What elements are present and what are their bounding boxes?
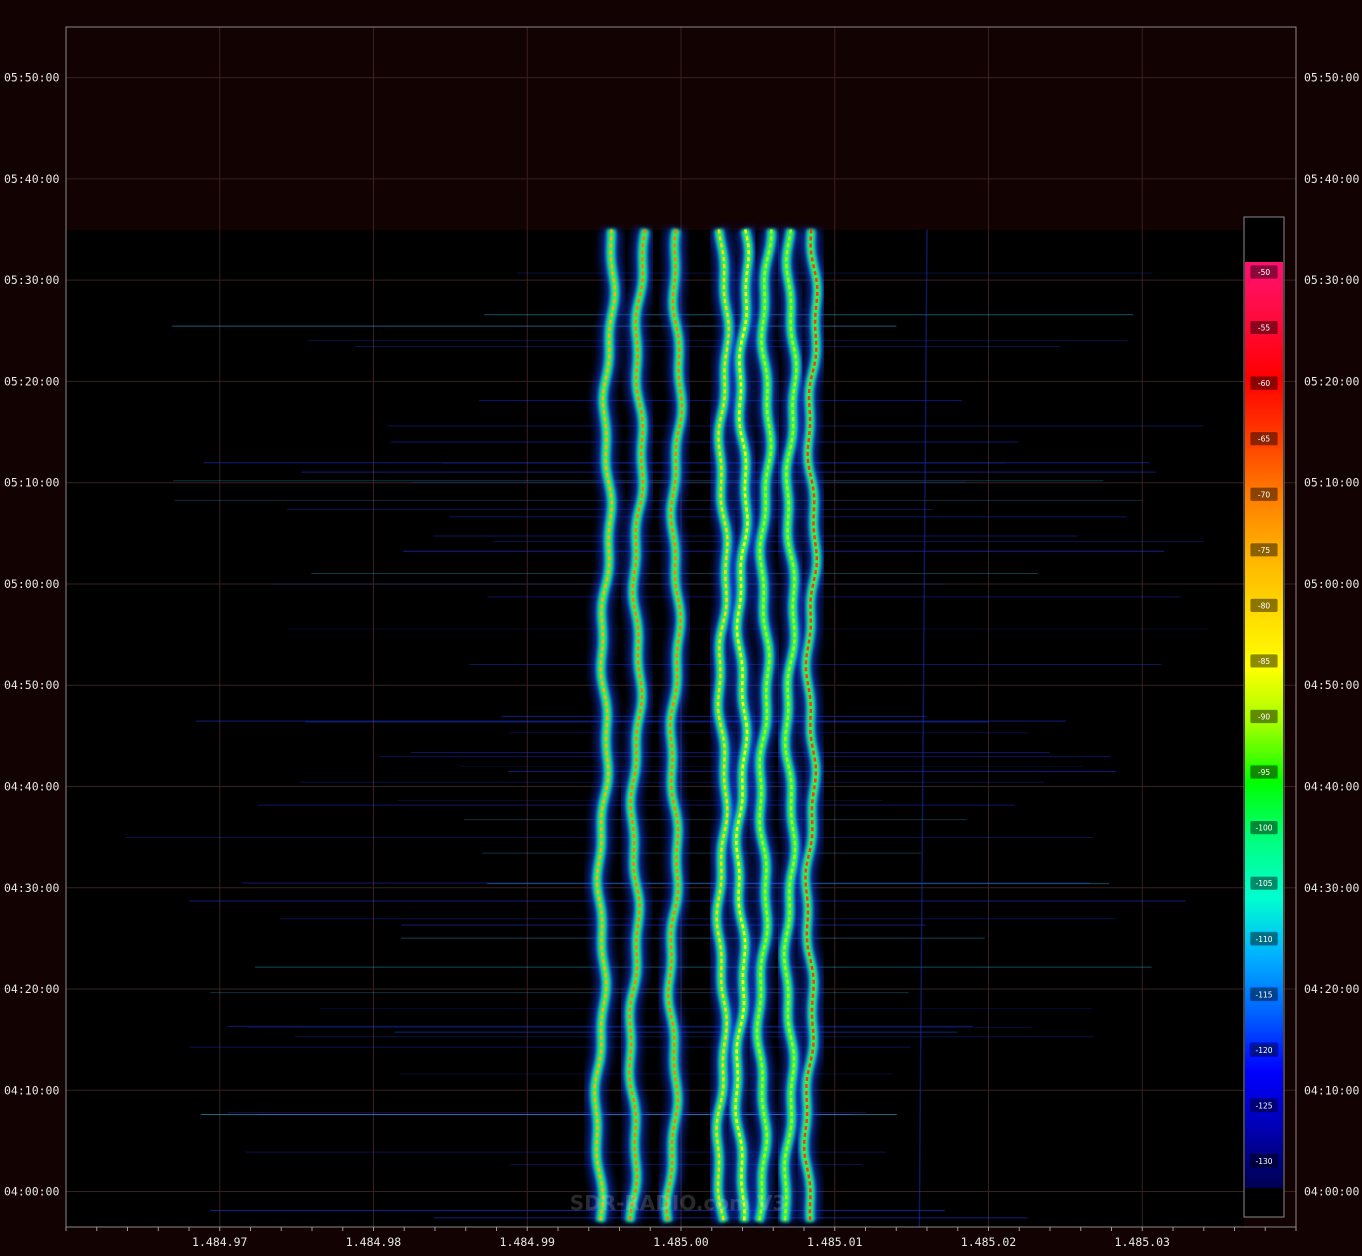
y-tick-label-right: 05:00:00 — [1304, 577, 1359, 591]
y-tick-label-right: 04:40:00 — [1304, 779, 1359, 793]
y-tick-label-right: 04:30:00 — [1304, 881, 1359, 895]
colorbar: -50 -55 -60 -65 -70 -75 -80 -85 -90 -95 -100 -105 -1… — [1243, 216, 1285, 1218]
y-axis-right: 05:50:00 05:40:00 05:30:00 05:20:00 05:10:00… — [1304, 71, 1359, 1199]
y-tick-label-left: 05:40:00 — [4, 172, 59, 186]
y-tick-label-right: 05:50:00 — [1304, 71, 1359, 85]
y-tick-label-right: 04:00:00 — [1304, 1185, 1359, 1199]
y-tick-label-left: 05:20:00 — [4, 374, 59, 388]
x-tick-label: 1.485.02 — [961, 1235, 1016, 1249]
waterfall-area — [66, 230, 1244, 1227]
y-tick-label-right: 05:10:00 — [1304, 476, 1359, 490]
x-axis: 1.484.97 1.484.98 1.484.99 1.485.00 1.485.01… — [65, 1227, 1297, 1249]
waterfall-chart: 05:50:00 05:40:00 05:30:00 05:20:00 05:10:00… — [4, 26, 1359, 1249]
y-axis-left: 05:50:00 05:40:00 05:30:00 05:20:00 05:10:00… — [4, 71, 59, 1199]
y-tick-label-left: 04:10:00 — [4, 1083, 59, 1097]
colorbar-tick-label: -70 — [1258, 490, 1270, 499]
colorbar-tick-label: -75 — [1258, 546, 1270, 555]
colorbar-tick-label: -115 — [1255, 990, 1272, 999]
x-tick-label: 1.485.03 — [1115, 1235, 1170, 1249]
y-tick-label-right: 05:30:00 — [1304, 273, 1359, 287]
y-tick-label-right: 05:40:00 — [1304, 172, 1359, 186]
y-tick-label-left: 04:00:00 — [4, 1185, 59, 1199]
colorbar-tick-label: -50 — [1258, 268, 1270, 277]
colorbar-tick-label: -95 — [1258, 768, 1270, 777]
y-tick-label-left: 04:40:00 — [4, 779, 59, 793]
y-tick-label-left: 04:50:00 — [4, 678, 59, 692]
colorbar-tick-label: -55 — [1258, 324, 1270, 333]
colorbar-tick-label: -80 — [1258, 601, 1270, 610]
colorbar-tick-label: -85 — [1258, 657, 1270, 666]
colorbar-tick-label: -130 — [1255, 1157, 1272, 1166]
colorbar-tick-label: -105 — [1255, 879, 1272, 888]
y-tick-label-left: 04:30:00 — [4, 881, 59, 895]
colorbar-tick-label: -100 — [1255, 824, 1272, 833]
x-tick-label: 1.484.99 — [500, 1235, 555, 1249]
y-tick-label-left: 05:30:00 — [4, 273, 59, 287]
x-tick-label: 1.484.97 — [192, 1235, 247, 1249]
colorbar-tick-label: -60 — [1258, 379, 1270, 388]
y-tick-label-right: 05:20:00 — [1304, 374, 1359, 388]
y-tick-label-left: 04:20:00 — [4, 982, 59, 996]
colorbar-tick-label: -90 — [1258, 713, 1270, 722]
colorbar-tick-label: -65 — [1258, 435, 1270, 444]
colorbar-tick-label: -110 — [1255, 935, 1272, 944]
y-tick-label-left: 05:00:00 — [4, 577, 59, 591]
y-tick-label-left: 05:10:00 — [4, 476, 59, 490]
y-tick-label-right: 04:10:00 — [1304, 1083, 1359, 1097]
y-tick-label-right: 04:20:00 — [1304, 982, 1359, 996]
x-tick-label: 1.485.00 — [653, 1235, 708, 1249]
y-tick-label-right: 04:50:00 — [1304, 678, 1359, 692]
colorbar-tick-label: -125 — [1255, 1101, 1272, 1110]
colorbar-tick-label: -120 — [1255, 1046, 1272, 1055]
watermark: SDR-RADIO.com V3 — [570, 1191, 787, 1215]
x-tick-label: 1.484.98 — [346, 1235, 401, 1249]
y-tick-label-left: 05:50:00 — [4, 71, 59, 85]
x-tick-label: 1.485.01 — [807, 1235, 862, 1249]
